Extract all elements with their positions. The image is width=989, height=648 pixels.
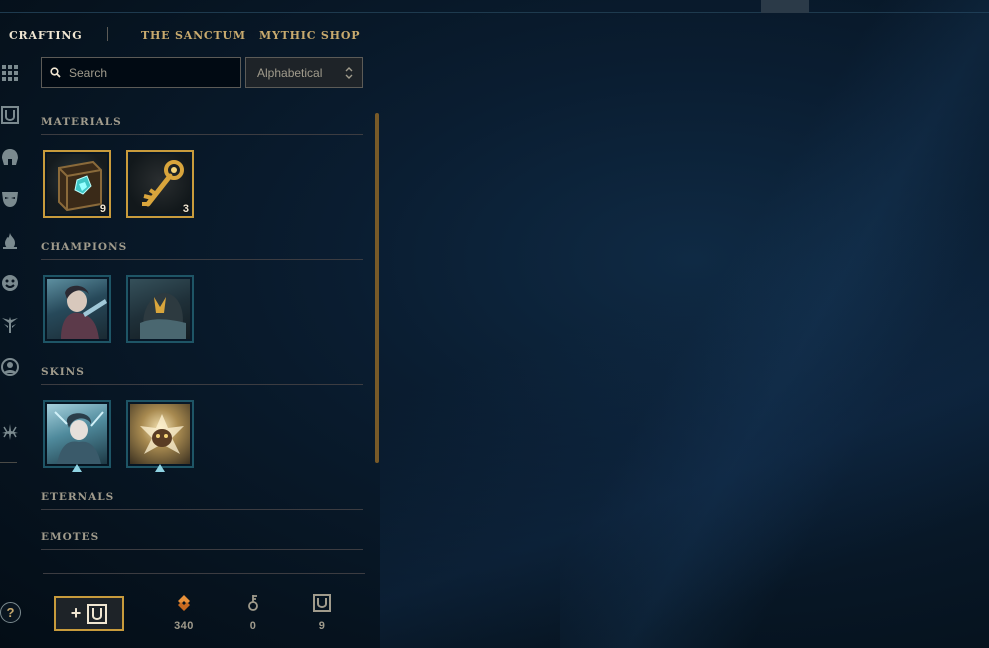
champion-shard-tile[interactable] [43, 275, 111, 343]
section-divider [41, 509, 363, 510]
rarity-indicator-icon [155, 464, 165, 472]
chest-counter: 9 [302, 594, 342, 632]
material-tile-chest[interactable]: 9 [43, 150, 111, 218]
orange-essence-counter: 340 [164, 594, 204, 632]
champion-portrait-icon [140, 293, 186, 339]
background-streak [560, 0, 989, 648]
key-fragment-counter: 0 [233, 594, 273, 632]
section-divider [41, 384, 363, 385]
profile-icon-icon[interactable] [0, 357, 20, 377]
orange-essence-icon [178, 595, 190, 611]
skin-portrait-icon [54, 411, 104, 464]
sort-selected-label: Alphabetical [257, 65, 323, 80]
bottom-divider [43, 573, 365, 574]
nav-divider [107, 27, 108, 41]
top-border [0, 12, 989, 13]
sort-dropdown[interactable]: Alphabetical [245, 57, 363, 88]
champion-shard-tile[interactable] [126, 275, 194, 343]
eternals-icon[interactable] [0, 315, 20, 335]
skin-shard-tile[interactable] [43, 400, 111, 468]
material-count: 3 [182, 203, 189, 215]
key-fragment-icon [248, 595, 258, 611]
section-title-skins: SKINS [41, 366, 85, 378]
section-divider [41, 549, 363, 550]
section-title-champions: CHAMPIONS [41, 241, 128, 253]
material-tile-key[interactable]: 3 [126, 150, 194, 218]
loot-scrollbar[interactable] [375, 113, 379, 463]
chest-value: 9 [318, 620, 326, 632]
background-streak [380, 200, 989, 648]
chevron-updown-icon [345, 67, 353, 79]
chest-icon [313, 594, 331, 612]
key-fragment-value: 0 [249, 620, 257, 632]
help-button[interactable]: ? [0, 602, 21, 623]
section-divider [41, 259, 363, 260]
ward-flame-icon[interactable] [0, 231, 20, 251]
search-input[interactable] [69, 65, 229, 80]
section-divider [41, 134, 363, 135]
chest-icon[interactable] [0, 105, 20, 125]
champion-portrait-icon [61, 285, 107, 339]
tab-the-sanctum[interactable]: THE SANCTUM [141, 29, 246, 42]
tab-mythic-shop[interactable]: MYTHIC SHOP [259, 29, 360, 42]
emote-face-icon[interactable] [0, 273, 20, 293]
loot-misc-icon[interactable] [0, 422, 20, 442]
search-icon [50, 67, 61, 78]
orange-essence-value: 340 [174, 620, 194, 632]
skin-portrait-icon [140, 414, 184, 454]
champion-helmet-icon[interactable] [0, 147, 20, 167]
rarity-indicator-icon [72, 464, 82, 472]
tab-crafting[interactable]: CRAFTING [9, 29, 82, 42]
search-box [41, 57, 241, 88]
add-chest-plus: + [70, 603, 82, 623]
skin-mask-icon[interactable] [0, 189, 20, 209]
section-title-emotes: EMOTES [41, 531, 100, 543]
skin-shard-tile[interactable] [126, 400, 194, 468]
grid-icon[interactable] [0, 63, 20, 83]
section-title-eternals: ETERNALS [41, 491, 115, 503]
rail-divider [0, 462, 17, 463]
material-count: 9 [99, 203, 106, 215]
section-title-materials: MATERIALS [41, 116, 122, 128]
chest-icon [87, 603, 108, 624]
add-chest-button[interactable]: + [54, 596, 124, 631]
top-tab-stub [761, 0, 809, 13]
